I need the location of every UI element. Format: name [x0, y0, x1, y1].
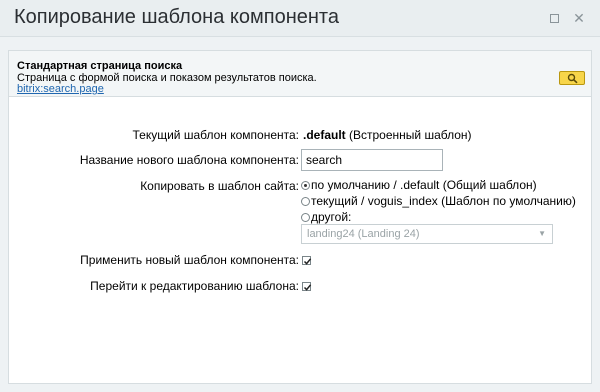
- radio-current-label: текущий / voguis_index (Шаблон по умолча…: [311, 194, 576, 208]
- other-template-select[interactable]: landing24 (Landing 24) ▼: [301, 224, 553, 244]
- current-template-value: .default (Встроенный шаблон): [303, 128, 472, 142]
- radio-other[interactable]: [301, 213, 310, 222]
- radio-other-label: другой:: [311, 210, 352, 224]
- component-info-panel: Стандартная страница поиска Страница с ф…: [9, 51, 591, 97]
- copy-to-label: Копировать в шаблон сайта:: [140, 179, 299, 193]
- radio-option-default[interactable]: по умолчанию / .default (Общий шаблон): [301, 178, 537, 192]
- go-to-edit-label: Перейти к редактированию шаблона:: [90, 279, 299, 293]
- maximize-button[interactable]: [546, 10, 562, 26]
- radio-default[interactable]: [301, 181, 310, 190]
- apply-new-template-label: Применить новый шаблон компонента:: [80, 253, 299, 267]
- radio-option-current[interactable]: текущий / voguis_index (Шаблон по умолча…: [301, 194, 576, 208]
- chevron-down-icon: ▼: [538, 229, 546, 238]
- checkmark-icon: [303, 258, 312, 265]
- title-bar: Копирование шаблона компонента ✕: [0, 0, 600, 37]
- current-template-name: .default: [303, 128, 346, 142]
- square-icon: [550, 14, 559, 23]
- magnifier-icon: [567, 73, 578, 84]
- component-link[interactable]: bitrix:search.page: [17, 83, 104, 95]
- other-template-select-value: landing24 (Landing 24): [307, 228, 420, 240]
- new-template-name-label: Название нового шаблона компонента:: [79, 153, 299, 167]
- go-to-edit-checkbox[interactable]: [302, 282, 312, 291]
- apply-new-template-checkbox[interactable]: [302, 256, 312, 265]
- dialog-title: Копирование шаблона компонента: [14, 6, 339, 28]
- new-template-name-input[interactable]: search: [301, 149, 443, 171]
- close-icon: ✕: [573, 10, 585, 26]
- dialog-window: Копирование шаблона компонента ✕ Стандар…: [0, 0, 600, 392]
- close-button[interactable]: ✕: [571, 10, 587, 26]
- current-template-note: (Встроенный шаблон): [349, 128, 472, 142]
- current-template-label: Текущий шаблон компонента:: [132, 128, 299, 142]
- radio-option-other[interactable]: другой:: [301, 210, 351, 224]
- checkmark-icon: [303, 284, 312, 291]
- dialog-content: Стандартная страница поиска Страница с ф…: [8, 50, 592, 384]
- radio-default-label: по умолчанию / .default (Общий шаблон): [311, 178, 537, 192]
- component-title: Стандартная страница поиска: [17, 60, 183, 72]
- search-button[interactable]: [559, 71, 585, 85]
- radio-current[interactable]: [301, 197, 310, 206]
